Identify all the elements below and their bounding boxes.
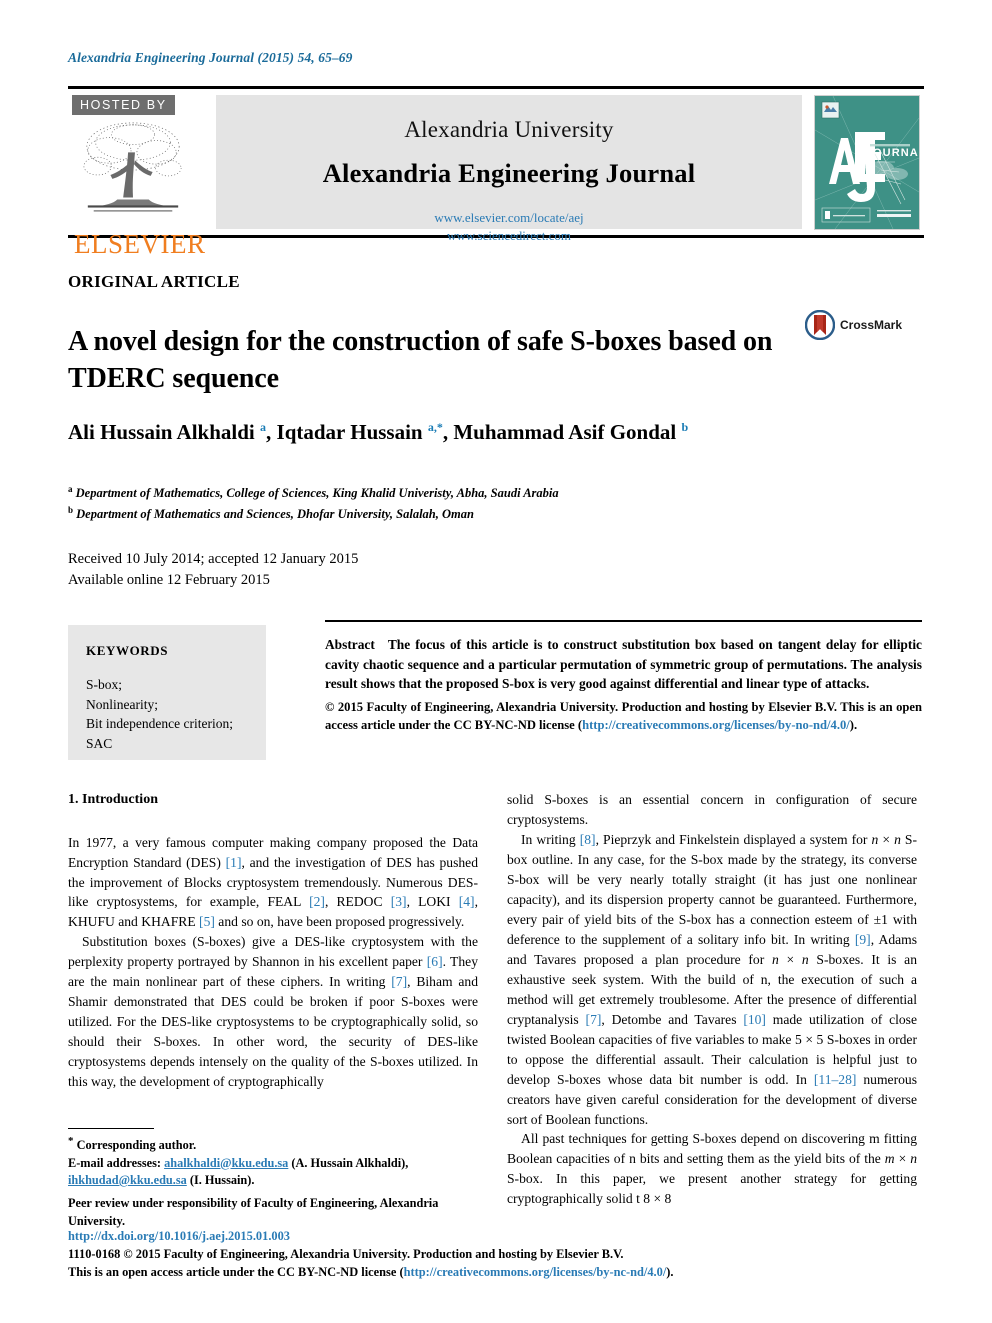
author-affil-marker: a (260, 420, 267, 434)
affiliation-a: a Department of Mathematics, College of … (68, 484, 559, 501)
footnote-block: * Corresponding author. E-mail addresses… (68, 1128, 478, 1230)
citation-ref[interactable]: [6] (427, 954, 443, 969)
citation-ref[interactable]: [3] (391, 894, 407, 909)
license-post-text: ). (666, 1264, 674, 1279)
article-type-kicker: ORIGINAL ARTICLE (68, 272, 240, 291)
keyword-item: Bit independence criterion; (86, 716, 233, 732)
university-name: Alexandria University (404, 117, 614, 142)
received-date: Received 10 July 2014; accepted 12 Janua… (68, 551, 359, 567)
keywords-heading: KEYWORDS (86, 643, 169, 658)
abstract-label: Abstract (325, 637, 375, 652)
citation-ref[interactable]: [2] (309, 894, 325, 909)
abstract-text: Abstract The focus of this article is to … (325, 635, 922, 694)
body-column-left: 1. Introduction In 1977, a very famous c… (68, 790, 478, 1092)
license-link[interactable]: http://creativecommons.org/licenses/by-n… (582, 718, 850, 732)
author-list: Ali Hussain Alkhaldi a, Iqtadar Hussain … (68, 420, 689, 444)
paragraph-right-3: All past techniques for getting S-boxes … (507, 1131, 918, 1207)
available-online-date: Available online 12 February 2015 (68, 572, 270, 589)
footer-license-line: This is an open access article under the… (68, 1264, 924, 1282)
issn-copyright-line: 1110-0168 © 2015 Faculty of Engineering,… (68, 1246, 624, 1261)
crossmark-label: CrossMark (840, 318, 903, 332)
page-title: A novel design for the construction of s… (68, 325, 773, 394)
page-footer: http://dx.doi.org/10.1016/j.aej.2015.01.… (68, 1228, 924, 1282)
affiliations: a Department of Mathematics, College of … (68, 483, 898, 524)
abstract-divider (325, 620, 922, 622)
author-affil-marker: a,* (427, 420, 443, 434)
abstract-body: The focus of this article is to construc… (325, 637, 922, 692)
citation-ref[interactable]: [8] (580, 832, 596, 847)
paragraph-left-1: In 1977, a very famous computer making c… (68, 834, 478, 930)
article-dates: Received 10 July 2014; accepted 12 Janua… (68, 549, 358, 591)
email-link-2[interactable]: ihkhudad@kku.edu.sa (68, 1173, 187, 1187)
paragraph-left-2: Substitution boxes (S-boxes) give a DES-… (68, 934, 478, 1090)
sciencedirect-link[interactable]: www.sciencedirect.com (447, 228, 571, 243)
email-owner-1: (A. Hussain Alkhaldi), (291, 1155, 409, 1170)
elsevier-tree-icon (72, 117, 194, 232)
paragraph-right-1: solid S-boxes is an essential concern in… (507, 792, 917, 827)
citation-ref[interactable]: [7] (391, 974, 407, 989)
email-owner-2: (I. Hussain). (189, 1173, 255, 1187)
abstract-copyright: © 2015 Faculty of Engineering, Alexandri… (325, 699, 922, 735)
elsevier-wordmark: ELSEVIER (74, 229, 206, 259)
journal-title-block: Alexandria University Alexandria Enginee… (216, 95, 802, 243)
author-affil-marker: b (681, 420, 689, 434)
email-link-1[interactable]: ahalkhaldi@kku.edu.sa (164, 1156, 288, 1170)
section-heading-introduction: 1. Introduction (68, 792, 158, 807)
svg-text:OURNAL: OURNAL (873, 147, 919, 159)
keywords-box: KEYWORDS S-box; Nonlinearity; Bit indepe… (68, 625, 266, 760)
hosted-by-badge: HOSTED BY (72, 95, 175, 115)
citation-ref[interactable]: [11–28] (814, 1072, 857, 1087)
keywords-list: S-box; Nonlinearity; Bit independence cr… (86, 675, 252, 753)
paper-page: Alexandria Engineering Journal (2015) 54… (0, 0, 992, 1323)
paragraph-right-2: In writing [8], Pieprzyk and Finkelstein… (507, 831, 918, 1127)
journal-masthead: HOSTED BY ELSEVIER Alexandria University… (68, 86, 924, 258)
crossmark-icon (805, 310, 835, 340)
copyright-tail: ). (849, 717, 858, 732)
keyword-item: Nonlinearity; (86, 696, 158, 712)
footer-license-link[interactable]: http://creativecommons.org/licenses/by-n… (404, 1265, 667, 1279)
journal-cover-block: OURNAL (802, 89, 924, 235)
keyword-item: SAC (86, 735, 113, 751)
peer-review-note: Peer review under responsibility of Facu… (68, 1196, 439, 1228)
crossmark-badge[interactable]: CrossMark (805, 310, 902, 340)
journal-cover-thumbnail: OURNAL (814, 94, 920, 230)
keyword-item: S-box; (86, 677, 123, 692)
citation-ref[interactable]: [4] (459, 894, 475, 909)
citation-ref[interactable]: [1] (226, 855, 242, 870)
citation-ref[interactable]: [9] (855, 932, 871, 947)
abstract-block: Abstract The focus of this article is to … (325, 620, 922, 735)
doi-link[interactable]: http://dx.doi.org/10.1016/j.aej.2015.01.… (68, 1229, 290, 1243)
email-label: E-mail addresses: (68, 1155, 162, 1170)
publisher-block: HOSTED BY ELSEVIER (68, 89, 216, 258)
citation-ref[interactable]: [10] (743, 1012, 766, 1027)
elsevier-locate-link[interactable]: www.elsevier.com/locate/aej (434, 210, 583, 225)
citation-ref[interactable]: [7] (586, 1012, 602, 1027)
body-column-right: solid S-boxes is an essential concern in… (507, 790, 917, 1209)
corresponding-author-note: * Corresponding author. (68, 1135, 197, 1153)
email-addresses: E-mail addresses: ahalkhaldi@kku.edu.sa … (68, 1155, 478, 1190)
running-head: Alexandria Engineering Journal (2015) 54… (68, 50, 353, 65)
license-pre-text: This is an open access article under the… (68, 1264, 404, 1279)
citation-ref[interactable]: [5] (199, 914, 215, 929)
journal-name: Alexandria Engineering Journal (322, 158, 696, 188)
footnote-divider (68, 1128, 154, 1129)
affiliation-b: b Department of Mathematics and Sciences… (68, 504, 474, 521)
